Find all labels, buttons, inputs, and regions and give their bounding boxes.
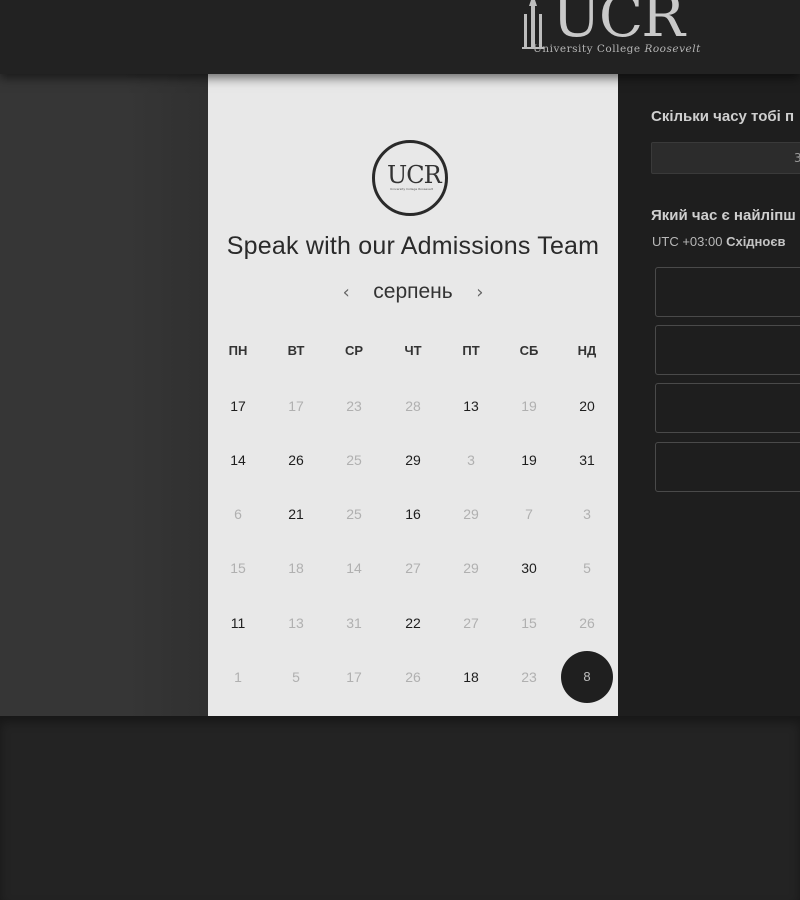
calendar-day: 7 [525, 506, 533, 522]
calendar-day[interactable]: 14 [218, 440, 258, 480]
calendar-day: 5 [583, 560, 591, 576]
calendar-day[interactable]: 13 [451, 386, 491, 426]
weekday-label: СБ [519, 343, 539, 358]
page-title: Speak with our Admissions Team [226, 232, 600, 260]
left-backdrop [0, 74, 208, 716]
time-slot-button[interactable] [655, 267, 800, 317]
calendar-day: 19 [521, 398, 537, 414]
month-label: серпень [373, 280, 453, 303]
calendar-day: 1 [234, 669, 242, 685]
prev-month-chevron-icon[interactable]: ‹ [338, 282, 354, 303]
weekday-label: ВТ [287, 343, 305, 358]
selected-day[interactable]: 8 [561, 651, 613, 703]
calendar-day[interactable]: 18 [451, 657, 491, 697]
duration-question: Скільки часу тобі п [651, 108, 795, 125]
calendar-day: 28 [405, 398, 421, 414]
month-navigation: ‹ серпень › [208, 280, 618, 310]
calendar-day: 13 [288, 615, 304, 631]
calendar-day: 15 [521, 615, 537, 631]
calendar-day: 25 [346, 452, 362, 468]
weekday-header-row: ПН ВТ СР ЧТ ПТ СБ НД [208, 340, 618, 360]
calendar-grid: ПН ВТ СР ЧТ ПТ СБ НД 17 17 23 28 13 19 20 14 26 25 29 3 19… [208, 340, 618, 703]
circle-logo-letters: UCR [387, 161, 442, 189]
calendar-day: 5 [292, 669, 300, 685]
calendar-day[interactable]: 31 [567, 440, 607, 480]
calendar-day[interactable]: 11 [218, 603, 258, 643]
duration-value: 3 [794, 151, 800, 165]
top-header: UCR University College Roosevelt [0, 0, 800, 74]
booking-page: UCR University College Roosevelt UCR Uni… [0, 0, 800, 900]
calendar-day: 23 [346, 398, 362, 414]
calendar-day[interactable]: 29 [393, 440, 433, 480]
header-logo-tagline: University College Roosevelt [533, 43, 701, 55]
ucr-circle-logo: UCR University College Roosevelt [372, 140, 448, 216]
time-slot-button[interactable] [655, 325, 800, 375]
calendar-day: 23 [521, 669, 537, 685]
next-month-chevron-icon[interactable]: › [472, 282, 488, 303]
calendar-day[interactable]: 17 [218, 386, 258, 426]
ucr-header-logo[interactable]: UCR University College Roosevelt [520, 0, 720, 64]
calendar-day: 29 [463, 506, 479, 522]
calendar-day: 25 [346, 506, 362, 522]
calendar-day[interactable]: 20 [567, 386, 607, 426]
calendar-day: 17 [346, 669, 362, 685]
calendar-day[interactable]: 16 [393, 494, 433, 534]
weekday-label: ЧТ [404, 343, 422, 358]
weekday-label: ПН [228, 343, 248, 358]
calendar-day: 18 [288, 560, 304, 576]
calendar-day: 3 [467, 452, 475, 468]
calendar-day: 26 [579, 615, 595, 631]
calendar-day: 15 [230, 560, 246, 576]
calendar-day: 17 [288, 398, 304, 414]
calendar-panel: UCR University College Roosevelt Speak w… [208, 74, 618, 716]
header-logo-letters: UCR [552, 0, 685, 50]
calendar-day: 29 [463, 560, 479, 576]
calendar-day[interactable]: 21 [276, 494, 316, 534]
timezone-label[interactable]: UTC +03:00 Східноєв [652, 234, 786, 249]
scheduler-panel: Скільки часу тобі п 3 Який час є найліпш… [618, 74, 800, 716]
calendar-day[interactable]: 22 [393, 603, 433, 643]
calendar-day: 6 [234, 506, 242, 522]
calendar-day[interactable]: 19 [509, 440, 549, 480]
calendar-day[interactable]: 26 [276, 440, 316, 480]
time-slot-button[interactable] [655, 383, 800, 433]
weekday-label: СР [344, 343, 364, 358]
circle-logo-tagline: University College Roosevelt [390, 187, 433, 191]
weekday-label: НД [577, 343, 597, 358]
calendar-day[interactable]: 30 [509, 548, 549, 588]
calendar-day: 27 [463, 615, 479, 631]
calendar-day: 27 [405, 560, 421, 576]
weekday-label: ПТ [462, 343, 480, 358]
calendar-day: 3 [583, 506, 591, 522]
time-question: Який час є найліпш [651, 207, 796, 224]
calendar-day: 26 [405, 669, 421, 685]
calendar-day: 31 [346, 615, 362, 631]
time-slot-button[interactable] [655, 442, 800, 492]
duration-select[interactable]: 3 [651, 142, 800, 174]
calendar-day: 14 [346, 560, 362, 576]
bottom-backdrop [0, 716, 800, 900]
